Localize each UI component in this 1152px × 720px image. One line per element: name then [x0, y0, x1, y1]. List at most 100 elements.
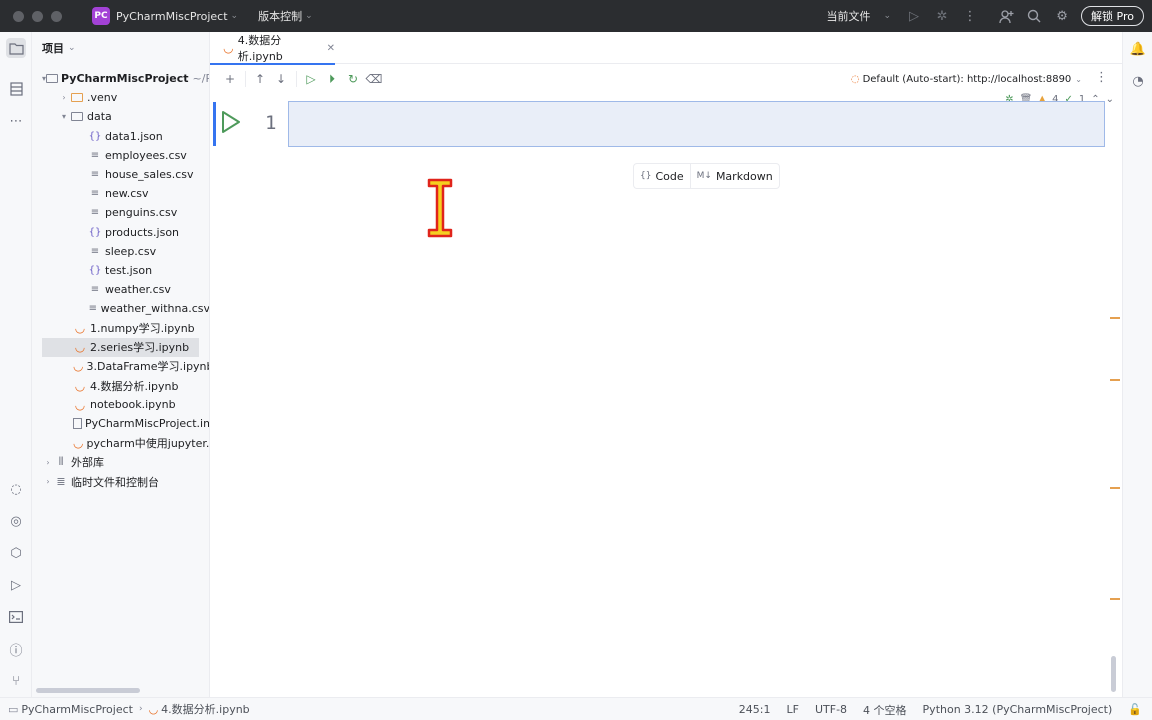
more-icon[interactable]: ⋮ [1095, 70, 1108, 85]
chevron-down-icon: ⌄ [1075, 74, 1082, 84]
add-code-cell-button[interactable]: {} Code [634, 164, 690, 188]
tree-item-notebook-selected[interactable]: ◡ 2.series学习.ipynb [42, 337, 199, 357]
project-switcher[interactable]: PyCharmMiscProject [116, 10, 228, 23]
breadcrumb-file[interactable]: 4.数据分析.ipynb [161, 701, 250, 717]
tree-item-file[interactable]: {} products.json [32, 223, 209, 242]
tree-item-label: 临时文件和控制台 [71, 475, 159, 489]
vcs-icon[interactable]: ⑂ [6, 671, 26, 691]
project-panel-header[interactable]: 项目 ⌄ [32, 32, 209, 64]
caret-position[interactable]: 245:1 [739, 703, 771, 716]
add-user-icon[interactable] [997, 7, 1015, 25]
packages-icon[interactable]: ⬡ [6, 543, 26, 563]
chevron-down-icon: ⌄ [230, 11, 239, 21]
services-icon[interactable]: ▷ [6, 575, 26, 595]
run-all-icon[interactable]: ⏵ [322, 69, 342, 89]
structure-icon[interactable] [6, 79, 26, 99]
gear-icon[interactable]: ⚙ [1053, 7, 1071, 25]
tree-item-label: weather.csv [105, 283, 171, 297]
tree-item-file[interactable]: ≡ weather.csv [32, 280, 209, 299]
more-tools-icon[interactable]: ⋯ [6, 111, 26, 131]
iml-file-icon [73, 417, 82, 431]
project-panel: 项目 ⌄ ▾ PyCharmMiscProject ~/P › .venv ▾ … [32, 32, 210, 697]
tree-item-file[interactable]: ≡ penguins.csv [32, 203, 209, 222]
indent-setting[interactable]: 4 个空格 [863, 702, 907, 718]
breadcrumb-project[interactable]: PyCharmMiscProject [21, 703, 133, 716]
minimize-window-button[interactable] [32, 10, 43, 22]
add-markdown-cell-button[interactable]: M↓ Markdown [689, 164, 779, 188]
tree-item-notebook[interactable]: ◡ 4.数据分析.ipynb [32, 376, 209, 395]
file-encoding[interactable]: UTF-8 [815, 703, 847, 716]
close-window-button[interactable] [13, 10, 24, 22]
error-stripe-mark[interactable] [1110, 598, 1120, 600]
tree-item-label: employees.csv [105, 148, 187, 162]
tree-item-notebook[interactable]: ◡ pycharm中使用jupyter.ip [32, 434, 209, 453]
toolbar-divider [296, 71, 297, 87]
project-tree: ▾ PyCharmMiscProject ~/P › .venv ▾ data … [32, 69, 209, 491]
clear-outputs-icon[interactable]: ⌫ [364, 69, 384, 89]
search-icon[interactable] [1025, 7, 1043, 25]
chevron-down-icon[interactable]: ⌄ [1106, 94, 1114, 105]
tree-item-file[interactable]: ≡ employees.csv [32, 146, 209, 165]
tab-label: 4.数据分析.ipynb [237, 34, 283, 63]
kernel-label: Default (Auto-start): http://localhost:8… [862, 73, 1072, 85]
run-config-select[interactable]: 当前文件 [827, 8, 871, 24]
tree-item-scratches[interactable]: › ≣ 临时文件和控制台 [32, 472, 209, 491]
code-cell-input[interactable] [295, 106, 1100, 142]
tree-item-venv[interactable]: › .venv [32, 88, 209, 107]
run-icon[interactable]: ▷ [905, 7, 923, 25]
tree-item-file[interactable]: ≡ sleep.csv [32, 242, 209, 261]
tree-item-external-libraries[interactable]: › ⫴ 外部库 [32, 453, 209, 472]
tree-item-file[interactable]: ≡ new.csv [32, 184, 209, 203]
tree-item-file[interactable]: ≡ house_sales.csv [32, 165, 209, 184]
move-up-icon[interactable]: ↑ [250, 69, 270, 89]
unlock-pro-button[interactable]: 解锁 Pro [1081, 6, 1144, 26]
tab-notebook[interactable]: ◡ 4.数据分析.ipynb ✕ [210, 32, 335, 65]
kernel-selector[interactable]: ◌ Default (Auto-start): http://localhost… [851, 64, 1082, 94]
lock-icon[interactable]: 🔓 [1128, 703, 1142, 716]
vertical-scrollbar[interactable] [1111, 656, 1116, 692]
python-console-icon[interactable]: ◎ [6, 511, 26, 531]
add-cell-icon[interactable]: + [220, 69, 240, 89]
horizontal-scrollbar[interactable] [36, 688, 140, 693]
tree-item-data[interactable]: ▾ data [32, 107, 209, 126]
run-cell-button[interactable] [220, 110, 242, 134]
close-icon[interactable]: ✕ [327, 43, 335, 54]
tree-item-notebook[interactable]: ◡ 3.DataFrame学习.ipynb [32, 357, 209, 376]
error-stripe-mark[interactable] [1110, 317, 1120, 319]
tree-item-notebook[interactable]: ◡ notebook.ipynb [32, 395, 209, 414]
status-bar: ▭ PyCharmMiscProject › ◡ 4.数据分析.ipynb 24… [0, 697, 1152, 720]
tree-item-notebook[interactable]: ◡ 1.numpy学习.ipynb [32, 318, 209, 337]
zoom-window-button[interactable] [51, 10, 62, 22]
error-stripe-mark[interactable] [1110, 379, 1120, 381]
code-braces-icon: {} [640, 171, 652, 181]
tree-item-file[interactable]: {} test.json [32, 261, 209, 280]
move-down-icon[interactable]: ↓ [271, 69, 291, 89]
ai-assistant-icon[interactable]: ◔ [1129, 72, 1147, 90]
vcs-menu[interactable]: 版本控制 [258, 8, 302, 24]
restart-kernel-icon[interactable]: ↻ [343, 69, 363, 89]
notebook-file-icon: ◡ [74, 378, 86, 393]
problems-icon[interactable]: ⓘ [6, 639, 26, 659]
code-cell[interactable] [288, 101, 1105, 147]
debug-icon[interactable]: ✲ [933, 7, 951, 25]
jupyter-icon[interactable]: ◌ [6, 479, 26, 499]
project-panel-title: 项目 [42, 42, 64, 55]
tree-item-file[interactable]: ≡ weather_withna.csv [32, 299, 209, 318]
line-ending[interactable]: LF [787, 703, 799, 716]
tree-root[interactable]: ▾ PyCharmMiscProject ~/P [32, 69, 209, 88]
left-tool-strip: ⋯ ◌ ◎ ⬡ ▷ ⓘ ⑂ [0, 32, 32, 697]
more-icon[interactable]: ⋮ [961, 7, 979, 25]
error-stripe-mark[interactable] [1110, 487, 1120, 489]
project-folder-icon[interactable] [6, 38, 26, 58]
tree-item-label: 1.numpy学习.ipynb [90, 322, 195, 336]
python-interpreter[interactable]: Python 3.12 (PyCharmMiscProject) [923, 703, 1113, 716]
scratches-icon: ≣ [56, 475, 66, 489]
notifications-icon[interactable]: 🔔 [1129, 40, 1147, 58]
tree-item-file[interactable]: PyCharmMiscProject.iml [32, 414, 209, 433]
json-file-icon: {} [88, 130, 102, 142]
chevron-right-icon: › [46, 477, 50, 487]
run-cell-icon[interactable]: ▷ [301, 69, 321, 89]
csv-file-icon: ≡ [90, 188, 100, 200]
terminal-icon[interactable] [6, 607, 26, 627]
tree-item-file[interactable]: {} data1.json [32, 127, 209, 146]
